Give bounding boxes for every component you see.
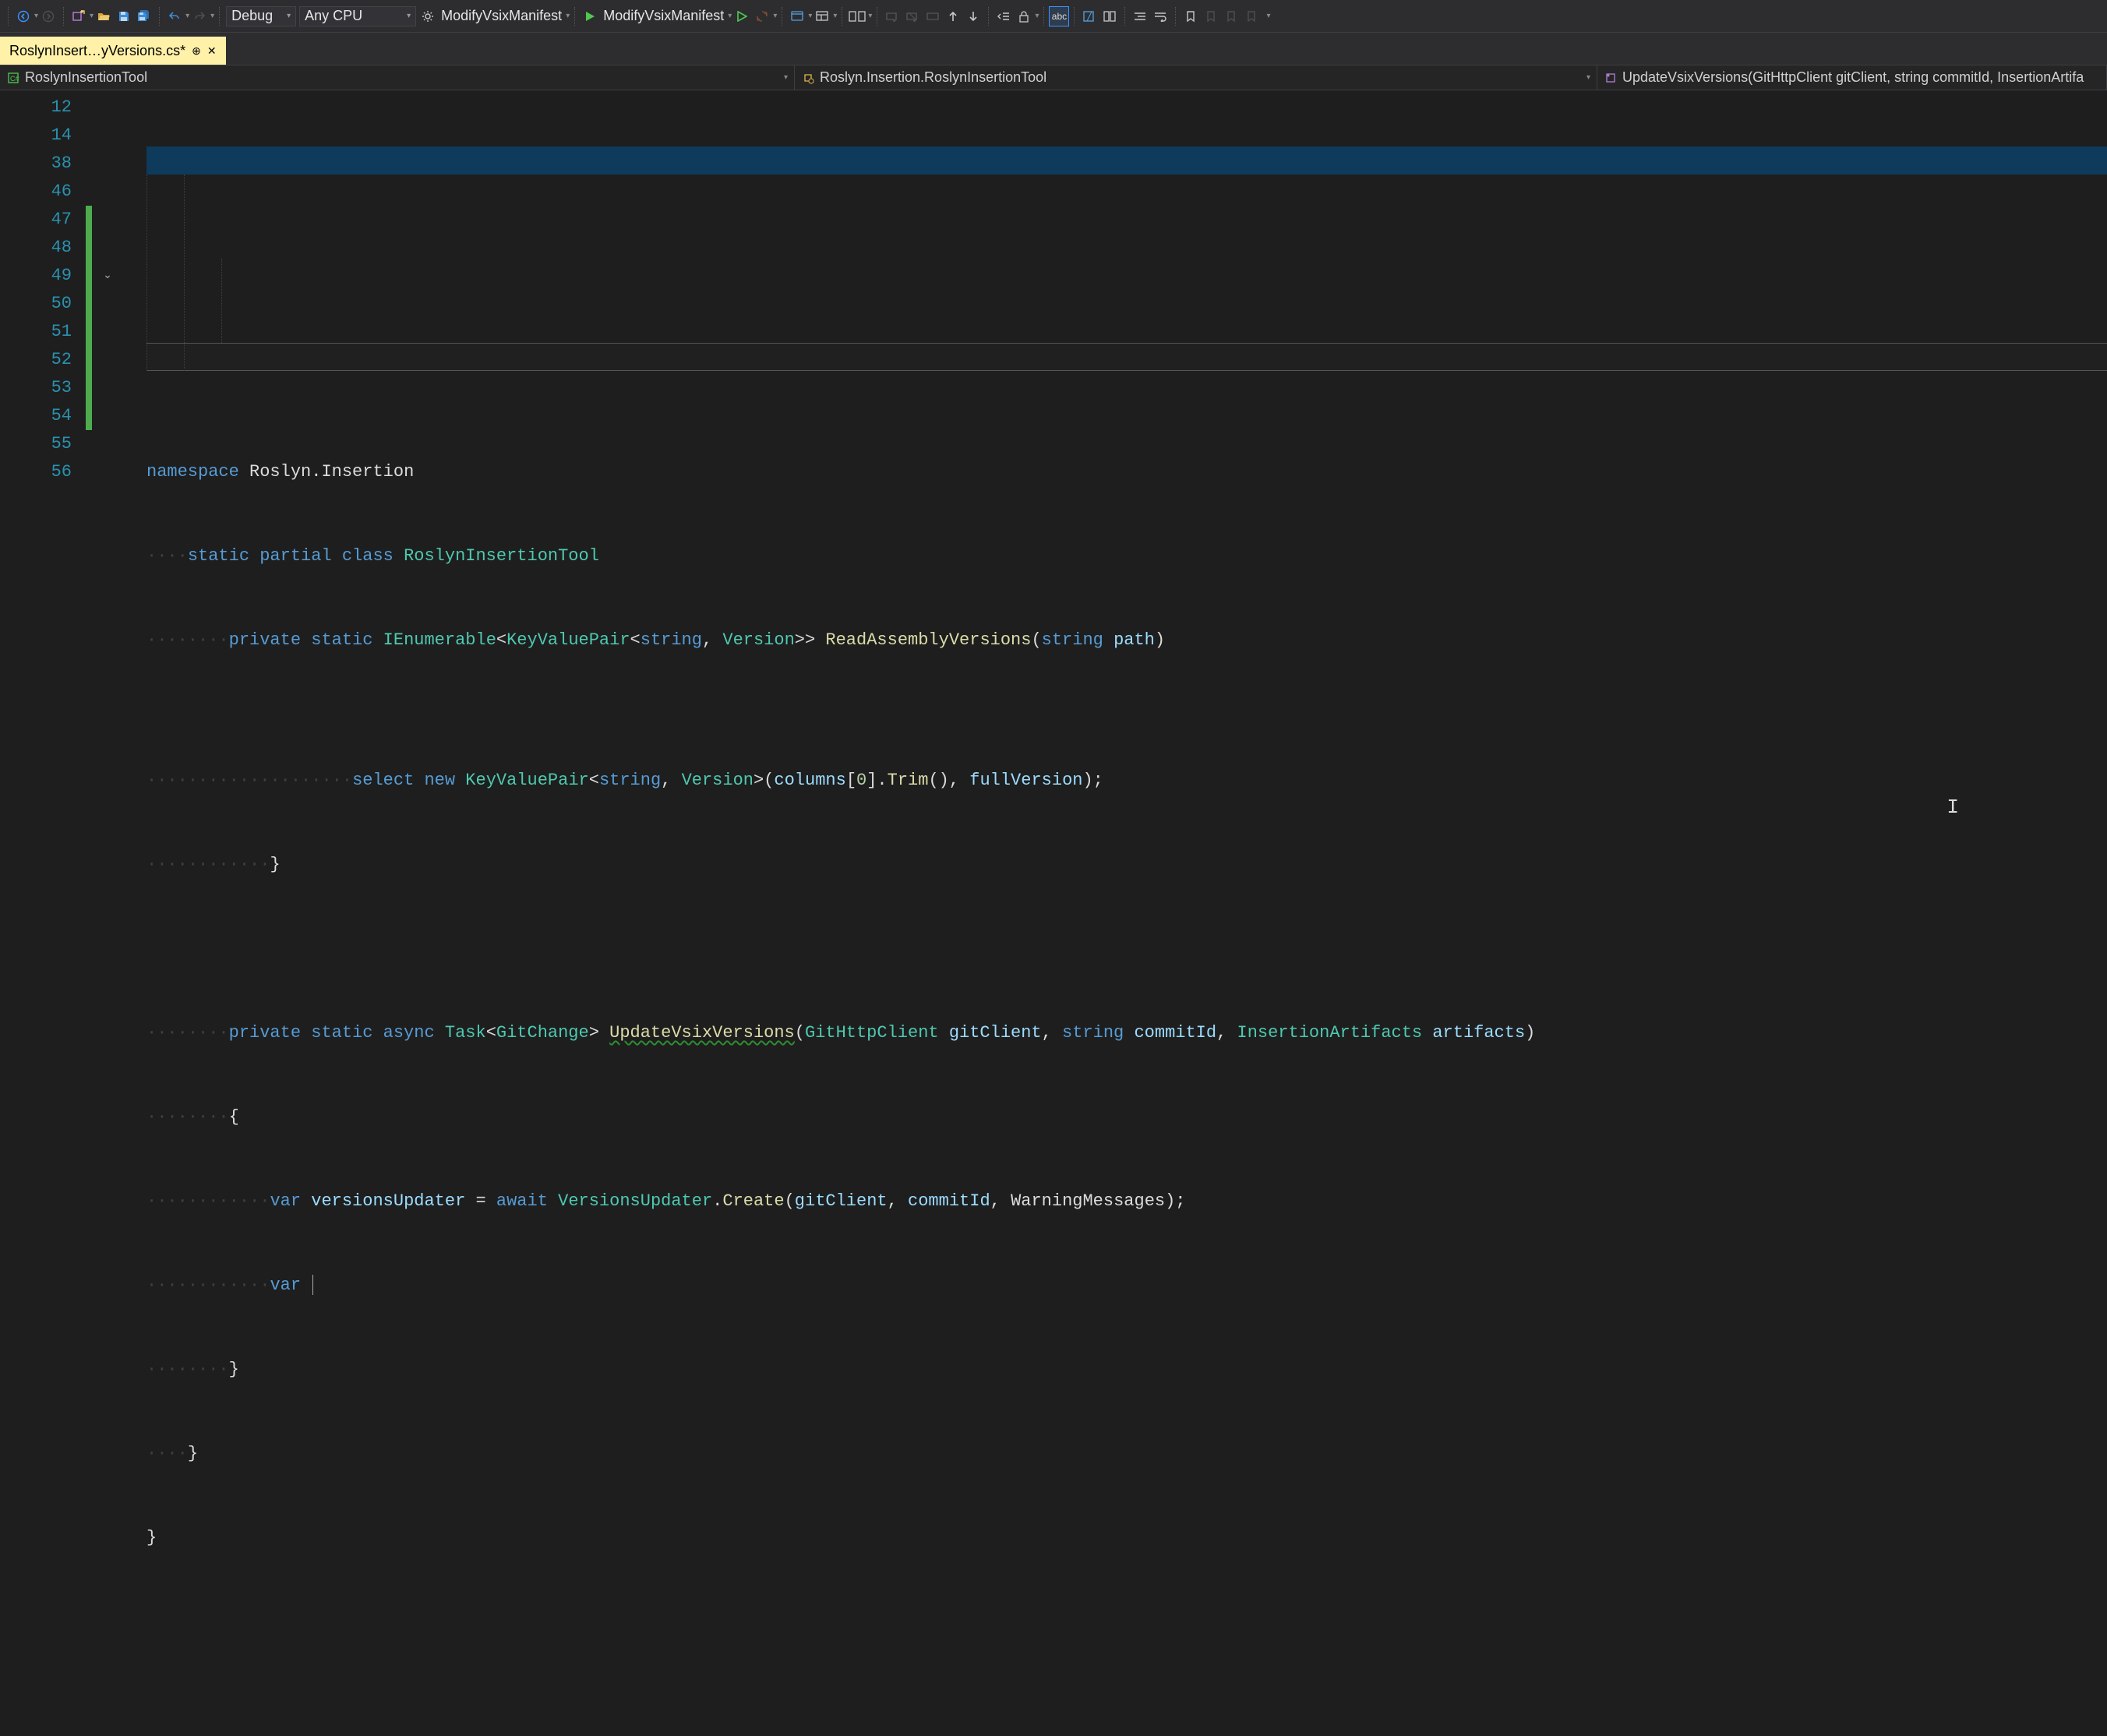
- move-down-button[interactable]: [963, 6, 983, 26]
- redo-button[interactable]: [189, 6, 210, 26]
- code-line: ········private static IEnumerable<KeyVa…: [146, 626, 2107, 655]
- method-icon: [1604, 71, 1618, 85]
- new-project-button[interactable]: [69, 6, 89, 26]
- line-number-gutter: 1214384647484950515253545556: [0, 90, 86, 868]
- code-line: ····}: [146, 1440, 2107, 1468]
- line-number: 47: [0, 206, 72, 234]
- comment-out-button[interactable]: [882, 6, 902, 26]
- lock-icon[interactable]: [1014, 6, 1034, 26]
- start-without-debug-button[interactable]: [732, 6, 752, 26]
- dropdown-arrow-icon[interactable]: ▾: [868, 12, 872, 20]
- save-button[interactable]: [114, 6, 134, 26]
- code-line: ············}: [146, 851, 2107, 879]
- line-number: 50: [0, 290, 72, 318]
- code-line: }: [146, 1524, 2107, 1552]
- pin-icon[interactable]: ⊕: [192, 44, 201, 58]
- view-detail-button[interactable]: [1099, 6, 1120, 26]
- code-surface[interactable]: namespace Roslyn.Insertion ····static pa…: [146, 90, 2107, 868]
- fold-toggle[interactable]: ⌄: [101, 270, 114, 282]
- code-line: [146, 935, 2107, 963]
- browser-link-button[interactable]: [787, 6, 807, 26]
- line-number: 49: [0, 262, 72, 290]
- toolbar-overflow-icon[interactable]: ▾: [1266, 12, 1270, 20]
- text-caret: [312, 1275, 313, 1295]
- word-wrap-button[interactable]: [1150, 6, 1170, 26]
- dropdown-arrow-icon[interactable]: ▾: [833, 12, 837, 20]
- layout-button[interactable]: [812, 6, 832, 26]
- solution-platform-dropdown[interactable]: Any CPU▾: [299, 6, 416, 26]
- code-editor[interactable]: 1214384647484950515253545556 ⌄ namespace…: [0, 90, 2107, 868]
- line-number: 56: [0, 458, 72, 486]
- csproj-icon: C#: [6, 71, 20, 85]
- view-class-button[interactable]: [1079, 6, 1099, 26]
- active-document-tab[interactable]: RoslynInsert…yVersions.cs* ⊕ ✕: [0, 37, 226, 65]
- abc-spellcheck-button[interactable]: abc: [1049, 6, 1069, 26]
- pair-button[interactable]: [847, 6, 867, 26]
- type-dropdown[interactable]: Roslyn.Insertion.RoslynInsertionTool ▾: [795, 65, 1597, 90]
- close-icon[interactable]: ✕: [207, 44, 217, 58]
- outdent-button[interactable]: [994, 6, 1014, 26]
- code-line: ········{: [146, 1103, 2107, 1131]
- tab-filename: RoslynInsert…yVersions.cs*: [9, 43, 185, 59]
- line-number: 14: [0, 122, 72, 150]
- code-line: ····················select new KeyValueP…: [146, 767, 2107, 795]
- line-number: 52: [0, 346, 72, 374]
- open-file-button[interactable]: [94, 6, 114, 26]
- bookmark-button[interactable]: [1181, 6, 1201, 26]
- dropdown-arrow-icon[interactable]: ▾: [1035, 12, 1039, 20]
- code-line: [146, 1608, 2107, 1636]
- code-line: ········}: [146, 1356, 2107, 1384]
- dropdown-arrow-icon[interactable]: ▾: [210, 12, 214, 20]
- bookmark-next-button[interactable]: [1221, 6, 1241, 26]
- startup-project-label-1: ModifyVsixManifest: [438, 8, 565, 24]
- comment-block-button[interactable]: [923, 6, 943, 26]
- mouse-cursor-icon: I: [1946, 793, 1959, 821]
- svg-text:C#: C#: [10, 75, 19, 83]
- line-number: 48: [0, 234, 72, 262]
- code-line: ············var: [146, 1272, 2107, 1300]
- document-tab-well: RoslynInsert…yVersions.cs* ⊕ ✕: [0, 33, 2107, 65]
- move-up-button[interactable]: [943, 6, 963, 26]
- nav-forward-button[interactable]: [38, 6, 58, 26]
- bookmark-prev-button[interactable]: [1201, 6, 1221, 26]
- code-line: namespace Roslyn.Insertion: [146, 458, 2107, 486]
- indent-lines-button[interactable]: [1130, 6, 1150, 26]
- solution-config-dropdown[interactable]: Debug▾: [226, 6, 296, 26]
- line-number: 54: [0, 402, 72, 430]
- startup-project-label-2: ModifyVsixManifest: [600, 8, 727, 24]
- code-line: ········private static async Task<GitCha…: [146, 1019, 2107, 1047]
- type-name: Roslyn.Insertion.RoslynInsertionTool: [820, 69, 1046, 86]
- hot-reload-button[interactable]: [752, 6, 772, 26]
- main-toolbar: ▾ ▾ ▾ ▾ Debug▾ Any CPU▾ ModifyVsixManife…: [0, 0, 2107, 33]
- nav-back-button[interactable]: [13, 6, 34, 26]
- project-dropdown[interactable]: C# RoslynInsertionTool ▾: [0, 65, 795, 90]
- project-name: RoslynInsertionTool: [25, 69, 147, 86]
- class-icon: [801, 71, 815, 85]
- bookmark-clear-button[interactable]: [1241, 6, 1262, 26]
- code-navbar: C# RoslynInsertionTool ▾ Roslyn.Insertio…: [0, 65, 2107, 90]
- save-all-button[interactable]: [134, 6, 154, 26]
- code-line: ····static partial class RoslynInsertion…: [146, 542, 2107, 570]
- dropdown-arrow-icon: ▾: [1586, 73, 1590, 82]
- code-line: ············var versionsUpdater = await …: [146, 1187, 2107, 1216]
- line-number: 55: [0, 430, 72, 458]
- start-debug-button[interactable]: [580, 6, 600, 26]
- undo-button[interactable]: [164, 6, 185, 26]
- gear-icon[interactable]: [418, 6, 438, 26]
- dropdown-arrow-icon: ▾: [784, 73, 788, 82]
- line-number: 46: [0, 178, 72, 206]
- member-name: UpdateVsixVersions(GitHttpClient gitClie…: [1622, 69, 2084, 86]
- uncomment-button[interactable]: [902, 6, 923, 26]
- line-number: 12: [0, 94, 72, 122]
- dropdown-arrow-icon[interactable]: ▾: [773, 12, 777, 20]
- marker-gutter: ⌄: [86, 90, 146, 868]
- line-number: 53: [0, 374, 72, 402]
- line-number: 51: [0, 318, 72, 346]
- dropdown-arrow-icon[interactable]: ▾: [566, 12, 570, 20]
- line-number: 38: [0, 150, 72, 178]
- member-dropdown[interactable]: UpdateVsixVersions(GitHttpClient gitClie…: [1597, 65, 2107, 90]
